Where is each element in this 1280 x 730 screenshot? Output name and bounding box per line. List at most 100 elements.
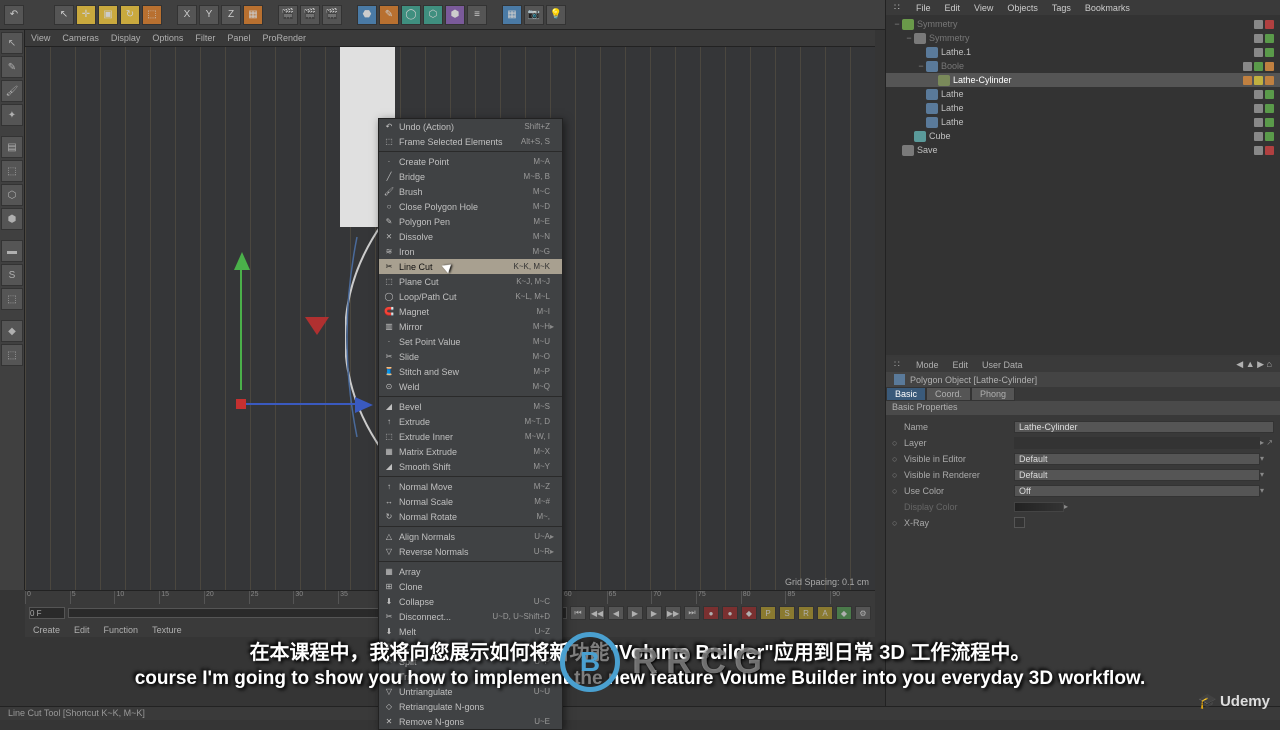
gizmo-y-arrow-icon[interactable] [234, 252, 250, 270]
menu-item-line-cut[interactable]: ✂Line CutK~K, M~K [379, 259, 562, 274]
move-tool[interactable]: ✛ [76, 5, 96, 25]
last-tool[interactable]: ⬚ [142, 5, 162, 25]
tree-item-cube[interactable]: Cube [886, 129, 1280, 143]
coord-system[interactable]: ▦ [243, 5, 263, 25]
menu-item-melt[interactable]: ⬇MeltU~Z [379, 624, 562, 639]
pla-key[interactable]: ◆ [836, 606, 852, 620]
gizmo-center-icon[interactable] [236, 399, 246, 409]
menu-item-close-polygon-hole[interactable]: ○Close Polygon HoleM~D [379, 199, 562, 214]
gizmo-x-arrow-icon[interactable] [355, 397, 373, 413]
menu-item-normal-rotate[interactable]: ↻Normal RotateM~, [379, 509, 562, 524]
snap-mode[interactable]: S [1, 264, 23, 286]
om-tags[interactable]: Tags [1052, 3, 1071, 13]
x-axis-lock[interactable]: X [177, 5, 197, 25]
y-axis-lock[interactable]: Y [199, 5, 219, 25]
menu-item-remove-n-gons[interactable]: ✕Remove N-gonsU~E [379, 714, 562, 729]
menu-item-reverse-normals[interactable]: ▽Reverse NormalsU~R▸ [379, 544, 562, 559]
menu-item-weld[interactable]: ⊙WeldM~Q [379, 379, 562, 394]
prev-key[interactable]: ◀◀ [589, 606, 605, 620]
layer-field[interactable] [1014, 437, 1260, 449]
menu-item-magnet[interactable]: 🧲MagnetM~I [379, 304, 562, 319]
name-field[interactable] [1014, 421, 1274, 433]
om-bookmarks[interactable]: Bookmarks [1085, 3, 1130, 13]
menu-item-iron[interactable]: ≋IronM~G [379, 244, 562, 259]
tab-coord[interactable]: Coord. [926, 387, 971, 401]
undo-button[interactable]: ↶ [4, 5, 24, 25]
prev-frame[interactable]: ◀ [608, 606, 624, 620]
make-editable[interactable]: ↖ [1, 32, 23, 54]
am-nav-icons[interactable]: ◀ ▲ ▶ ⌂ [1236, 359, 1272, 370]
menu-item-array[interactable]: ▦Array [379, 564, 562, 579]
menu-item-normal-move[interactable]: ↑Normal MoveM~Z [379, 479, 562, 494]
menu-item-polygon-pen[interactable]: ✎Polygon PenM~E [379, 214, 562, 229]
menu-item-smooth-shift[interactable]: ◢Smooth ShiftM~Y [379, 459, 562, 474]
menu-item-collapse[interactable]: ⬇CollapseU~C [379, 594, 562, 609]
tree-item-boole[interactable]: −Boole [886, 59, 1280, 73]
menu-item-bevel[interactable]: ◢BevelM~S [379, 399, 562, 414]
menu-item-dissolve[interactable]: ⨯DissolveM~N [379, 229, 562, 244]
menu-item-frame-selected-elements[interactable]: ⬚Frame Selected ElementsAlt+S, S [379, 134, 562, 149]
workplane-button[interactable]: ⬚ [1, 288, 23, 310]
keyframe-sel[interactable]: ◆ [741, 606, 757, 620]
uv-mode[interactable]: ⬢ [1, 208, 23, 230]
tree-item-lathe-1[interactable]: Lathe.1 [886, 45, 1280, 59]
tab-phong[interactable]: Phong [971, 387, 1015, 401]
next-frame[interactable]: ▶ [646, 606, 662, 620]
render-picture-viewer[interactable]: 🎬 [300, 5, 320, 25]
vp-menu-options[interactable]: Options [152, 33, 183, 43]
menu-item-undo-action-[interactable]: ↶Undo (Action)Shift+Z [379, 119, 562, 134]
vp-menu-view[interactable]: View [31, 33, 50, 43]
menu-item-bridge[interactable]: ╱BridgeM~B, B [379, 169, 562, 184]
menu-item-matrix-extrude[interactable]: ▦Matrix ExtrudeM~X [379, 444, 562, 459]
render-view[interactable]: 🎬 [278, 5, 298, 25]
z-axis-lock[interactable]: Z [221, 5, 241, 25]
vis-render-dropdown[interactable]: Default [1014, 469, 1260, 481]
menu-item-create-point[interactable]: ·Create PointM~A [379, 154, 562, 169]
menu-item-normal-scale[interactable]: ↔Normal ScaleM~# [379, 494, 562, 509]
menu-item-loop-path-cut[interactable]: ◯Loop/Path CutK~L, M~L [379, 289, 562, 304]
menu-item-plane-cut[interactable]: ⬚Plane CutK~J, M~J [379, 274, 562, 289]
points-mode[interactable]: ▤ [1, 136, 23, 158]
camera-button[interactable]: 📷 [524, 5, 544, 25]
menu-item-align-normals[interactable]: △Align NormalsU~A▸ [379, 529, 562, 544]
add-primitive[interactable]: ⬣ [357, 5, 377, 25]
next-key[interactable]: ▶▶ [665, 606, 681, 620]
vis-editor-dropdown[interactable]: Default [1014, 453, 1260, 465]
add-environment[interactable]: ⬢ [445, 5, 465, 25]
tree-item-lathe[interactable]: Lathe [886, 115, 1280, 129]
menu-item-optimize-[interactable]: ⚙Optimize...U~O, U~Shift+O [379, 639, 562, 654]
add-generator[interactable]: ◯ [401, 5, 421, 25]
menu-item-retriangulate-n-gons[interactable]: ◇Retriangulate N-gons [379, 699, 562, 714]
menu-item-triangulate[interactable]: △Triangulate [379, 669, 562, 684]
menu-item-disconnect-[interactable]: ✂Disconnect...U~D, U~Shift+D [379, 609, 562, 624]
floor-button[interactable]: ▦ [502, 5, 522, 25]
pos-key[interactable]: P [760, 606, 776, 620]
locked-mode[interactable]: ◆ [1, 320, 23, 342]
menu-item-stitch-and-sew[interactable]: 🧵Stitch and SewM~P [379, 364, 562, 379]
goto-end[interactable]: ⏭ [684, 606, 700, 620]
render-settings[interactable]: 🎬 [322, 5, 342, 25]
polygons-mode[interactable]: ⬡ [1, 184, 23, 206]
om-objects[interactable]: Objects [1007, 3, 1038, 13]
object-tree[interactable]: −Symmetry−SymmetryLathe.1−BooleLathe-Cyl… [886, 15, 1280, 355]
vp-menu-filter[interactable]: Filter [195, 33, 215, 43]
om-file[interactable]: File [916, 3, 931, 13]
om-view[interactable]: View [974, 3, 993, 13]
cmd-create[interactable]: Create [33, 625, 60, 635]
add-spline[interactable]: ✎ [379, 5, 399, 25]
options-key[interactable]: ⚙ [855, 606, 871, 620]
rot-key[interactable]: R [798, 606, 814, 620]
menu-item-brush[interactable]: 🖌BrushM~C [379, 184, 562, 199]
om-edit[interactable]: Edit [945, 3, 961, 13]
vp-menu-display[interactable]: Display [111, 33, 141, 43]
light-button[interactable]: 💡 [546, 5, 566, 25]
axis-mode[interactable]: ▬ [1, 240, 23, 262]
scale-key[interactable]: S [779, 606, 795, 620]
tree-item-lathe[interactable]: Lathe [886, 101, 1280, 115]
tree-item-lathe[interactable]: Lathe [886, 87, 1280, 101]
tree-item-symmetry[interactable]: −Symmetry [886, 31, 1280, 45]
model-mode[interactable]: ✎ [1, 56, 23, 78]
am-userdata[interactable]: User Data [982, 360, 1023, 370]
goto-start[interactable]: ⏮ [570, 606, 586, 620]
workplane-mode[interactable]: ✦ [1, 104, 23, 126]
